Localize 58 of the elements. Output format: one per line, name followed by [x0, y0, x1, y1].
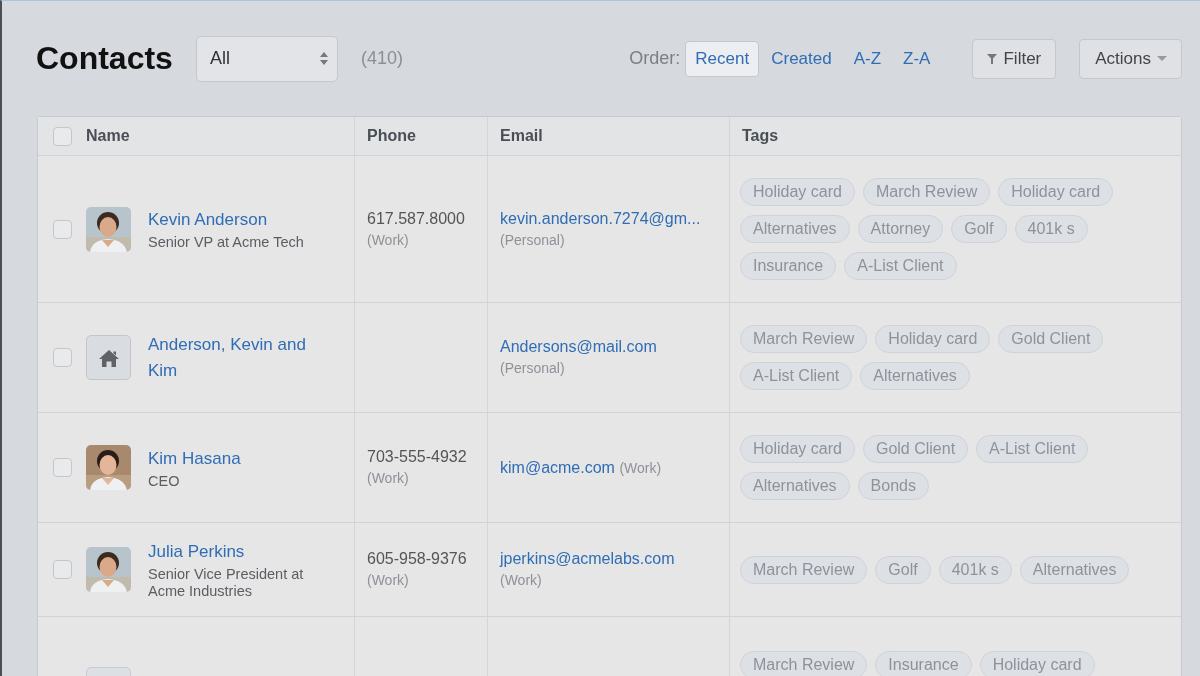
filter-button[interactable]: Filter [972, 38, 1057, 79]
tag[interactable]: Holiday card [979, 650, 1095, 676]
tag[interactable]: March Review [740, 555, 868, 584]
tag[interactable]: A-List Client [740, 362, 853, 390]
email-link[interactable]: kim@acme.com [500, 458, 615, 476]
email-type-label: (Personal) [500, 231, 565, 248]
tag[interactable]: Insurance [740, 252, 837, 280]
tag[interactable]: Holiday card [998, 178, 1114, 206]
email-type-label: (Work) [619, 459, 662, 476]
contact-name-link[interactable]: Julia Perkins [148, 539, 318, 565]
tag[interactable]: March Review [862, 178, 991, 206]
order-option[interactable]: A-Z [843, 40, 892, 77]
email-type-label: (Personal) [500, 360, 565, 376]
tag[interactable]: Alternatives [740, 215, 850, 243]
order-option[interactable]: Created [761, 40, 842, 77]
actions-button[interactable]: Actions [1079, 38, 1182, 79]
phone-number: 605-958-9376 (Work) [367, 549, 468, 590]
order-label: Order: [629, 48, 681, 69]
tag[interactable]: 401k s [938, 555, 1012, 584]
tag[interactable]: March Review [740, 325, 868, 353]
tag[interactable]: Holiday card [875, 325, 991, 353]
tag[interactable]: Holiday card [740, 435, 855, 463]
column-header: Email [500, 127, 543, 145]
tag[interactable]: A-List Client [844, 252, 957, 280]
contact-title: Senior VP at Acme Tech [148, 234, 304, 251]
phone-number: 617.587.8000 (Work) [367, 208, 466, 250]
tag[interactable]: Alternatives [1019, 555, 1130, 584]
email-link[interactable]: Andersons@mail.com [500, 338, 657, 355]
order-option[interactable]: Z-A [893, 40, 941, 77]
tag[interactable]: Gold Client [998, 325, 1104, 353]
contact-count: (410) [360, 48, 403, 69]
email-type-label: (Work) [500, 572, 542, 588]
filter-select[interactable]: All [195, 35, 338, 82]
tag[interactable]: Holiday card [740, 178, 855, 206]
tag[interactable]: 401k s [1014, 215, 1088, 243]
order-option[interactable]: Recent [685, 40, 760, 77]
email-link[interactable]: jperkins@acmelabs.com [500, 550, 675, 567]
contact-title: CEO [148, 472, 181, 490]
email-link[interactable]: kevin.anderson.7274@gm... [500, 209, 701, 227]
contact-title: Senior Vice President at Acme Industries [148, 566, 305, 600]
tag[interactable]: Alternatives [740, 472, 850, 500]
column-header: Name [86, 127, 130, 145]
tag[interactable]: Golf [875, 555, 931, 584]
phone-number: 703-555-4932 (Work) [367, 447, 468, 488]
tag[interactable]: A-List Client [976, 435, 1089, 463]
tag[interactable]: Gold Client [862, 435, 969, 463]
tag[interactable]: Bonds [857, 472, 929, 500]
tag[interactable]: Golf [951, 215, 1007, 243]
contact-name-link[interactable]: Anderson, Kevin and Kim [148, 331, 318, 384]
tag[interactable]: March Review [740, 650, 868, 676]
contact-name-link[interactable]: Kevin Anderson [148, 207, 304, 233]
column-header: Phone [367, 127, 416, 145]
tag[interactable]: Alternatives [860, 362, 970, 390]
contact-name-link[interactable]: Kim Hasana [148, 445, 241, 472]
tag[interactable]: Insurance [875, 650, 972, 676]
tag[interactable]: Attorney [857, 215, 944, 243]
page-title: Contacts [36, 40, 173, 77]
column-header: Tags [742, 127, 779, 145]
